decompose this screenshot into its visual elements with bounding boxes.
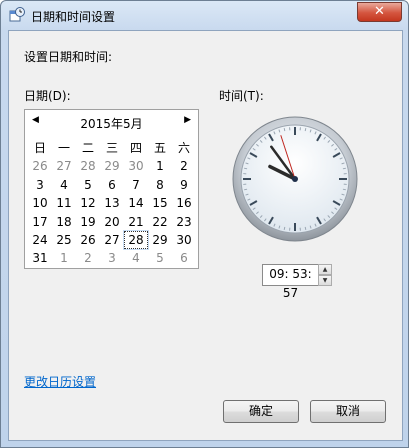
cancel-button[interactable]: 取消: [310, 400, 386, 423]
calendar-day[interactable]: 20: [100, 213, 124, 231]
calendar-day[interactable]: 12: [76, 194, 100, 212]
calendar-day[interactable]: 27: [100, 231, 124, 249]
calendar-day[interactable]: 28: [123, 229, 149, 251]
date-label: 日期(D):: [24, 89, 71, 103]
calendar-day[interactable]: 19: [76, 213, 100, 231]
next-month-arrow-icon[interactable]: ▶: [184, 115, 191, 125]
calendar-day[interactable]: 11: [52, 194, 76, 212]
calendar-day[interactable]: 10: [28, 194, 52, 212]
calendar-day[interactable]: 17: [28, 213, 52, 231]
calendar-header: ◀ 2015年5月 ▶: [25, 110, 198, 134]
weekday-header: 二: [81, 141, 94, 155]
calendar-day[interactable]: 4: [52, 176, 76, 194]
weekday-header: 三: [105, 141, 118, 155]
calendar-day[interactable]: 29: [148, 231, 172, 249]
calendar-day[interactable]: 15: [148, 194, 172, 212]
calendar-day[interactable]: 5: [76, 176, 100, 194]
weekday-header: 日: [33, 141, 46, 155]
calendar-day-outside[interactable]: 30: [124, 157, 148, 175]
weekday-header: 四: [129, 141, 142, 155]
calendar-day-outside[interactable]: 28: [76, 157, 100, 175]
calendar-day[interactable]: 6: [100, 176, 124, 194]
weekday-header: 五: [153, 141, 166, 155]
window-title: 日期和时间设置: [31, 10, 116, 24]
calendar-day-outside[interactable]: 29: [100, 157, 124, 175]
ok-button[interactable]: 确定: [223, 400, 299, 423]
clock-calendar-icon: [9, 7, 25, 23]
calendar-day[interactable]: 22: [148, 213, 172, 231]
calendar-day-outside[interactable]: 3: [100, 249, 124, 267]
calendar-day[interactable]: 7: [124, 176, 148, 194]
calendar-day-outside[interactable]: 6: [172, 249, 196, 267]
calendar-day-outside[interactable]: 4: [124, 249, 148, 267]
calendar-day[interactable]: 26: [76, 231, 100, 249]
calendar-day-outside[interactable]: 2: [76, 249, 100, 267]
calendar-day[interactable]: 30: [172, 231, 196, 249]
calendar-day[interactable]: 3: [28, 176, 52, 194]
calendar-day[interactable]: 18: [52, 213, 76, 231]
calendar-day[interactable]: 23: [172, 213, 196, 231]
calendar-grid: 日一二三四五六 26 27 28 29 30 1 2 3 4 5 6 7 8 9 10 11 12 13 14 15 16…: [28, 139, 196, 268]
analog-clock: [225, 109, 385, 269]
close-button[interactable]: ✕: [357, 2, 402, 22]
title-bar[interactable]: 日期和时间设置 ✕: [1, 1, 408, 29]
calendar-day-outside[interactable]: 27: [52, 157, 76, 175]
calendar-month-title[interactable]: 2015年5月: [25, 115, 198, 132]
weekday-header: 六: [177, 141, 190, 155]
calendar-day[interactable]: 1: [148, 157, 172, 175]
calendar-day[interactable]: 24: [28, 231, 52, 249]
calendar-day[interactable]: 8: [148, 176, 172, 194]
time-label: 时间(T):: [219, 89, 264, 103]
spin-up-icon[interactable]: ▲: [318, 264, 332, 275]
calendar-day[interactable]: 16: [172, 194, 196, 212]
weekday-header: 一: [57, 141, 70, 155]
change-calendar-settings-link[interactable]: 更改日历设置: [24, 373, 96, 390]
time-input[interactable]: 09: 53: 57: [262, 264, 319, 300]
spin-down-icon[interactable]: ▼: [318, 275, 332, 286]
dialog-window: 日期和时间设置 ✕ 设置日期和时间: 日期(D): 时间(T): ◀ 2015年…: [0, 0, 409, 448]
calendar-day[interactable]: 25: [52, 231, 76, 249]
calendar-day[interactable]: 13: [100, 194, 124, 212]
calendar-day[interactable]: 9: [172, 176, 196, 194]
calendar-day-outside[interactable]: 26: [28, 157, 52, 175]
dialog-heading: 设置日期和时间:: [24, 50, 113, 64]
calendar-day[interactable]: 31: [28, 249, 52, 267]
calendar-day[interactable]: 2: [172, 157, 196, 175]
calendar-day[interactable]: 21: [124, 213, 148, 231]
time-spinner[interactable]: ▲ ▼: [318, 264, 332, 286]
calendar-day-outside[interactable]: 1: [52, 249, 76, 267]
calendar-day-outside[interactable]: 5: [148, 249, 172, 267]
calendar[interactable]: ◀ 2015年5月 ▶ 日一二三四五六 26 27 28 29 30 1 2 3 4 5 6 7 8 9 10…: [24, 109, 199, 269]
dialog-body: 设置日期和时间: 日期(D): 时间(T): ◀ 2015年5月 ▶ 日一二三四…: [8, 30, 403, 441]
calendar-day[interactable]: 14: [124, 194, 148, 212]
close-icon: ✕: [374, 4, 385, 19]
